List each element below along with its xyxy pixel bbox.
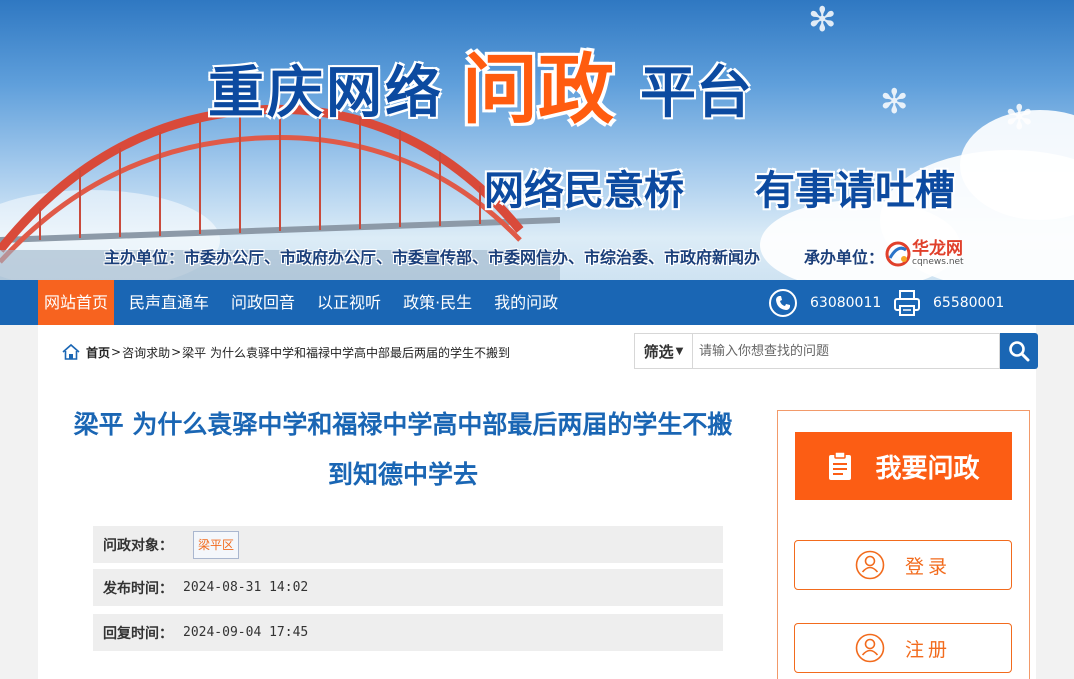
meta-replied-row: 回复时间： 2024-09-04 17:45: [93, 614, 723, 651]
question-title: 梁平 为什么袁驿中学和福禄中学高中部最后两届的学生不搬到知德中学去: [73, 410, 733, 489]
breadcrumb-current: 梁平 为什么袁驿中学和福禄中学高中部最后两届的学生不搬到: [182, 345, 510, 360]
fax-contact: 65580001: [893, 280, 1004, 325]
phone-icon: [769, 288, 797, 317]
home-icon: [62, 343, 80, 360]
site-banner: ✻ ✻ ✻ 重庆网络 问政 平台 网络民意桥 有事请吐槽 主办单位：市委办公厅、…: [0, 0, 1074, 280]
breadcrumb-category[interactable]: 咨询求助: [122, 344, 170, 361]
undertaker-label: 承办单位：: [804, 248, 885, 267]
nav-item-my-questions[interactable]: 我的问政: [487, 280, 565, 325]
breadcrumb: 首页 > 咨询求助 > 梁平 为什么袁驿中学和福禄中学高中部最后两届的学生不搬到: [62, 342, 510, 362]
search-input[interactable]: [692, 333, 1000, 369]
published-label: 发布时间：: [103, 580, 173, 597]
hualong-logo-icon: [885, 241, 911, 267]
filter-dropdown[interactable]: 筛选 ▼: [634, 333, 692, 369]
banner-slogan: 网络民意桥: [484, 168, 684, 214]
nav-menu: 网站首页 民声直通车 问政回音 以正视听 政策·民生 我的问政: [38, 280, 573, 325]
login-label: 登录: [904, 555, 951, 578]
dandelion-icon: ✻: [880, 82, 909, 122]
replied-label: 回复时间：: [103, 625, 173, 642]
meta-published-row: 发布时间： 2024-08-31 14:02: [93, 569, 723, 606]
main-nav: 网站首页 民声直通车 问政回音 以正视听 政策·民生 我的问政 63080011…: [0, 280, 1074, 325]
nav-item-home[interactable]: 网站首页: [38, 280, 115, 325]
meta-target-row: 问政对象： 梁平区: [93, 526, 723, 563]
search-button[interactable]: [1000, 333, 1038, 369]
banner-title-accent: 问政: [462, 45, 614, 134]
fax-number: 65580001: [933, 294, 1005, 311]
user-icon: [855, 633, 885, 663]
nav-item-express[interactable]: 民声直通车: [122, 280, 216, 325]
nav-item-echo[interactable]: 问政回音: [224, 280, 302, 325]
dandelion-icon: ✻: [808, 0, 837, 40]
replied-time: 2024-09-04 17:45: [183, 625, 309, 640]
caret-down-icon: ▼: [675, 345, 684, 357]
phone-contact: 63080011: [768, 280, 881, 325]
hualong-domain: cqnews.net: [912, 257, 964, 267]
search-bar: 筛选 ▼: [634, 333, 1038, 369]
banner-title-tail: 平台: [640, 61, 752, 126]
breadcrumb-home[interactable]: 首页: [86, 344, 110, 361]
banner-slogan: 有事请吐槽: [755, 168, 955, 214]
ask-question-label: 我要问政: [875, 453, 980, 484]
register-label: 注册: [904, 638, 951, 661]
nav-item-clarify[interactable]: 以正视听: [310, 280, 388, 325]
banner-title: 重庆网络: [208, 61, 444, 126]
published-time: 2024-08-31 14:02: [183, 580, 309, 595]
dandelion-icon: ✻: [1005, 98, 1034, 138]
filter-label: 筛选: [643, 342, 674, 361]
hualong-name: 华龙网: [912, 239, 963, 259]
nav-item-policy[interactable]: 政策·民生: [396, 280, 479, 325]
document-icon: [829, 451, 852, 480]
user-icon: [855, 550, 885, 580]
register-button[interactable]: 注册: [794, 623, 1012, 673]
ask-question-button[interactable]: 我要问政: [795, 432, 1012, 500]
hualong-logo[interactable]: 华龙网 cqnews.net: [884, 240, 964, 268]
sponsor-list: 主办单位：市委办公厅、市政府办公厅、市委宣传部、市委网信办、市综治委、市政府新闻…: [104, 248, 761, 267]
target-tag[interactable]: 梁平区: [193, 530, 240, 559]
fax-icon: [894, 289, 920, 316]
target-label: 问政对象：: [103, 537, 173, 554]
login-button[interactable]: 登录: [794, 540, 1012, 590]
phone-number: 63080011: [810, 294, 882, 311]
search-icon: [1009, 341, 1030, 362]
